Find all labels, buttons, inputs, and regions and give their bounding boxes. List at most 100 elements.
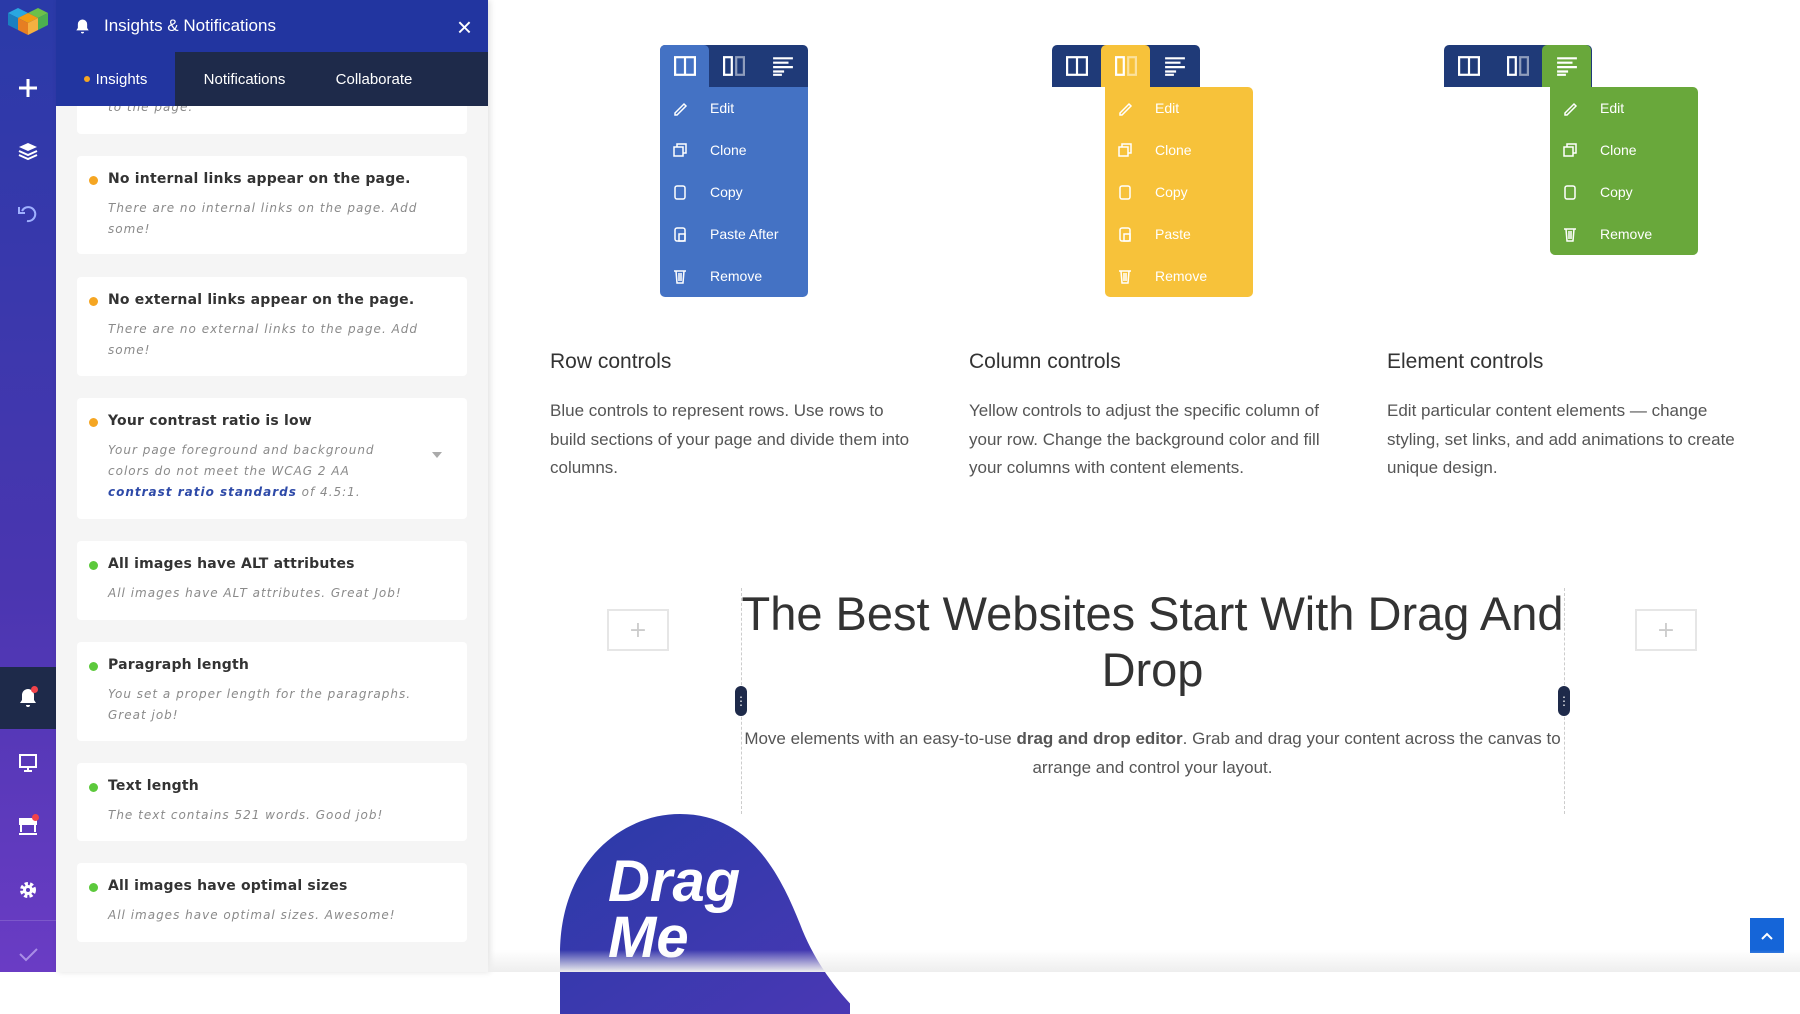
insight-card[interactable]: All images have ALT attributes All images… <box>77 541 467 620</box>
column-layout-icon[interactable] <box>709 45 758 87</box>
insight-title: Paragraph length <box>108 657 250 673</box>
panel-header: Insights & Notifications × <box>56 0 488 52</box>
menu-item-paste[interactable]: Paste <box>1105 213 1253 255</box>
menu-item-copy[interactable]: Copy <box>660 171 808 213</box>
insights-bell-button[interactable] <box>0 667 56 729</box>
menu-item-label: Clone <box>1155 142 1192 158</box>
ok-dot <box>89 783 98 792</box>
insight-desc: All images have ALT attributes. Great Jo… <box>108 586 402 600</box>
store-icon[interactable] <box>0 814 56 838</box>
hero-subtitle: Move elements with an easy-to-use drag a… <box>741 725 1564 782</box>
insight-card[interactable]: Paragraph length You set a proper length … <box>77 642 467 741</box>
tab-insights[interactable]: Insights <box>56 52 175 106</box>
insight-card[interactable]: No internal links appear on the page. The… <box>77 156 467 254</box>
settings-gear-icon[interactable] <box>0 878 56 902</box>
tab-collaborate[interactable]: Collaborate <box>314 52 434 106</box>
row-layout-icon[interactable] <box>660 45 709 87</box>
store-dot <box>32 814 39 821</box>
insight-card[interactable]: Your contrast ratio is low Your page fore… <box>77 398 467 519</box>
ok-dot <box>89 883 98 892</box>
menu-item-edit[interactable]: Edit <box>660 87 808 129</box>
notification-dot <box>31 686 38 693</box>
copy-icon <box>1564 185 1576 200</box>
insight-card[interactable]: Text length The text contains 521 words. … <box>77 763 467 841</box>
menu-item-remove[interactable]: Remove <box>660 255 808 297</box>
element-controls-text: Edit particular content elements — chang… <box>1387 401 1735 477</box>
edit-icon <box>1564 102 1578 116</box>
ok-dot <box>89 662 98 671</box>
copy-icon <box>1119 185 1131 200</box>
menu-item-edit[interactable]: Edit <box>1550 87 1698 129</box>
save-check-icon[interactable] <box>0 942 56 966</box>
warning-dot <box>89 297 98 306</box>
clone-icon <box>673 143 687 157</box>
remove-icon <box>1119 270 1131 284</box>
insight-title: No external links appear on the page. <box>108 292 415 308</box>
menu-item-copy[interactable]: Copy <box>1105 171 1253 213</box>
warning-dot <box>89 176 98 185</box>
layers-icon[interactable] <box>0 139 56 163</box>
contrast-standards-link[interactable]: contrast ratio standards <box>108 485 297 499</box>
insight-desc: There are no external links to the page.… <box>108 322 419 357</box>
insights-panel: to the page. No internal links appear on… <box>56 0 488 972</box>
menu-item-label: Clone <box>1600 142 1637 158</box>
tab-label: Insights <box>95 70 148 88</box>
row-toolbar[interactable] <box>660 45 808 87</box>
row-context-menu: Edit Clone Copy Paste After Remove <box>660 87 808 297</box>
edit-icon <box>674 102 688 116</box>
element-controls-heading: Element controls <box>1387 350 1544 373</box>
element-text-icon[interactable] <box>758 45 807 87</box>
remove-icon <box>674 270 686 284</box>
element-toolbar[interactable] <box>1444 45 1592 87</box>
insight-title: All images have optimal sizes <box>108 878 348 894</box>
insight-title: All images have ALT attributes <box>108 556 355 572</box>
menu-item-label: Paste After <box>710 226 779 242</box>
sub-text: Move elements with an easy-to-use <box>744 729 1017 748</box>
ok-dot <box>89 561 98 570</box>
monitor-icon[interactable] <box>0 751 56 775</box>
clone-icon <box>1563 143 1577 157</box>
column-layout-icon[interactable] <box>1101 45 1150 87</box>
active-dot <box>83 76 90 82</box>
menu-item-edit[interactable]: Edit <box>1105 87 1253 129</box>
remove-icon <box>1564 228 1576 242</box>
menu-item-remove[interactable]: Remove <box>1105 255 1253 297</box>
tab-notifications[interactable]: Notifications <box>175 52 314 106</box>
menu-item-clone[interactable]: Clone <box>1105 129 1253 171</box>
row-layout-icon[interactable] <box>1444 45 1493 87</box>
expand-caret-icon[interactable] <box>432 452 442 458</box>
logo-icon[interactable] <box>0 6 56 40</box>
bottom-fade <box>488 950 1800 972</box>
menu-item-paste-after[interactable]: Paste After <box>660 213 808 255</box>
insight-card[interactable]: All images have optimal sizes All images … <box>77 863 467 942</box>
insight-title: Your contrast ratio is low <box>108 413 312 429</box>
menu-item-remove[interactable]: Remove <box>1550 213 1698 255</box>
insight-title: Text length <box>108 778 199 794</box>
paste-icon <box>674 227 686 242</box>
hero-title: The Best Websites Start With Drag And Dr… <box>741 587 1564 696</box>
add-column-left-button[interactable]: + <box>607 609 669 651</box>
close-icon[interactable]: × <box>457 12 472 43</box>
column-layout-icon[interactable] <box>1493 45 1542 87</box>
sub-bold: drag and drop editor <box>1016 729 1183 748</box>
menu-item-label: Clone <box>710 142 747 158</box>
column-toolbar[interactable] <box>1052 45 1200 87</box>
insight-desc: The text contains 521 words. Good job! <box>108 808 384 822</box>
menu-item-label: Edit <box>710 100 735 116</box>
add-element-icon[interactable] <box>0 76 56 100</box>
menu-item-clone[interactable]: Clone <box>660 129 808 171</box>
element-text-icon[interactable] <box>1150 45 1199 87</box>
menu-item-copy[interactable]: Copy <box>1550 171 1698 213</box>
scroll-to-top-button[interactable] <box>1750 918 1784 953</box>
insight-card[interactable]: No external links appear on the page. The… <box>77 277 467 376</box>
column-controls-heading: Column controls <box>969 350 1121 373</box>
edit-icon <box>1119 102 1133 116</box>
undo-icon[interactable] <box>0 201 56 225</box>
element-text-icon[interactable] <box>1542 45 1591 87</box>
drag-me-blob[interactable]: Drag Me <box>560 814 850 1014</box>
panel-tabs: Insights Notifications Collaborate <box>56 52 488 106</box>
add-column-right-button[interactable]: + <box>1635 609 1697 651</box>
menu-item-label: Remove <box>1600 226 1653 242</box>
menu-item-clone[interactable]: Clone <box>1550 129 1698 171</box>
row-layout-icon[interactable] <box>1052 45 1101 87</box>
